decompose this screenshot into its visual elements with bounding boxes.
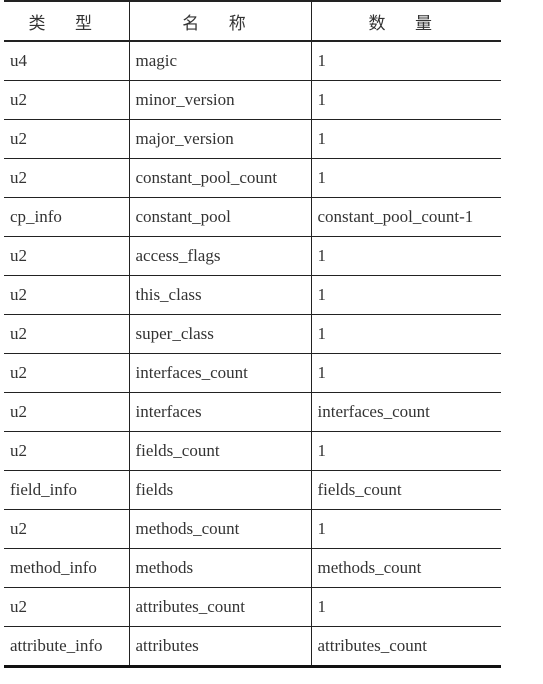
table-row: u2 interfaces interfaces_count [4,392,501,432]
cell-count: 1 [310,119,501,159]
cell-count: 1 [310,509,501,549]
cell-name: minor_version [128,80,312,120]
table-row: attribute_info attributes attributes_count [4,626,501,668]
cell-count: 1 [310,40,501,81]
cell-name: this_class [128,275,312,315]
cell-count: constant_pool_count-1 [310,197,501,237]
table-row: u2 major_version 1 [4,119,501,159]
header-row: 类 型 名 称 数 量 [4,0,501,42]
table-row: u2 super_class 1 [4,314,501,354]
cell-type: method_info [4,548,130,588]
cell-name: methods_count [128,509,312,549]
cell-count: methods_count [310,548,501,588]
table-row: cp_info constant_pool constant_pool_count-… [4,197,501,237]
cell-type: u2 [4,119,130,159]
cell-type: u2 [4,158,130,198]
cell-type: u2 [4,392,130,432]
cell-type: u2 [4,236,130,276]
cell-count: attributes_count [310,626,501,668]
cell-count: 1 [310,80,501,120]
cell-type: u2 [4,587,130,627]
cell-name: interfaces_count [128,353,312,393]
cell-name: fields_count [128,431,312,471]
cell-name: attributes [128,626,312,668]
cell-name: methods [128,548,312,588]
cell-name: fields [128,470,312,510]
cell-name: attributes_count [128,587,312,627]
table-row: u2 constant_pool_count 1 [4,158,501,198]
cell-type: u2 [4,275,130,315]
table-row: u2 this_class 1 [4,275,501,315]
cell-type: field_info [4,470,130,510]
cell-name: magic [128,40,312,81]
cell-count: 1 [310,353,501,393]
header-type: 类 型 [4,0,130,42]
cell-count: 1 [310,587,501,627]
cell-type: u2 [4,314,130,354]
cell-type: u2 [4,509,130,549]
table-row: u2 fields_count 1 [4,431,501,471]
cell-type: cp_info [4,197,130,237]
cell-count: 1 [310,236,501,276]
cell-count: interfaces_count [310,392,501,432]
cell-count: fields_count [310,470,501,510]
cell-type: attribute_info [4,626,130,668]
cell-type: u2 [4,80,130,120]
header-name: 名 称 [128,0,312,42]
cell-count: 1 [310,314,501,354]
table-row: u2 access_flags 1 [4,236,501,276]
cell-name: constant_pool [128,197,312,237]
table-row: u2 methods_count 1 [4,509,501,549]
cell-count: 1 [310,431,501,471]
table-row: u2 minor_version 1 [4,80,501,120]
cell-name: major_version [128,119,312,159]
cell-name: constant_pool_count [128,158,312,198]
table-row: u2 attributes_count 1 [4,587,501,627]
cell-count: 1 [310,275,501,315]
cell-name: access_flags [128,236,312,276]
cell-type: u2 [4,431,130,471]
header-count: 数 量 [310,0,501,42]
table-row: method_info methods methods_count [4,548,501,588]
class-file-structure-table: 类 型 名 称 数 量 u4 magic 1 u2 minor_version 1 u2 ma… [4,0,501,668]
table-row: u4 magic 1 [4,40,501,81]
cell-type: u2 [4,353,130,393]
cell-name: interfaces [128,392,312,432]
table-row: field_info fields fields_count [4,470,501,510]
cell-count: 1 [310,158,501,198]
cell-type: u4 [4,40,130,81]
cell-name: super_class [128,314,312,354]
table-row: u2 interfaces_count 1 [4,353,501,393]
